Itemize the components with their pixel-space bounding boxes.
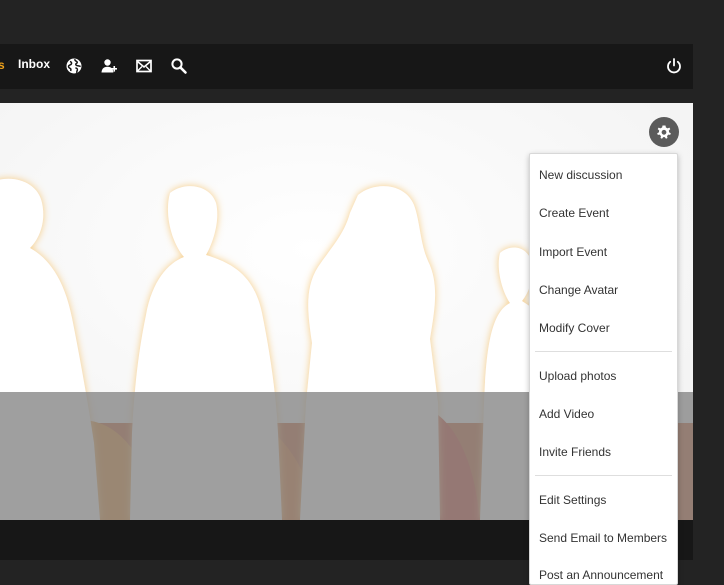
menu-item-create-event[interactable]: Create Event — [539, 206, 609, 220]
menu-item-edit-settings[interactable]: Edit Settings — [539, 493, 606, 507]
search-icon[interactable] — [170, 57, 188, 75]
menu-item-change-avatar[interactable]: Change Avatar — [539, 283, 618, 297]
settings-dropdown-menu: New discussion Create Event Import Event… — [529, 153, 678, 585]
menu-item-upload-photos[interactable]: Upload photos — [539, 369, 616, 383]
gear-icon — [657, 125, 671, 139]
menu-item-import-event[interactable]: Import Event — [539, 245, 607, 259]
menu-item-post-an-announcement[interactable]: Post an Announcement — [539, 568, 663, 582]
menu-divider — [535, 351, 672, 352]
friends-icon[interactable] — [100, 57, 118, 75]
menu-item-new-discussion[interactable]: New discussion — [539, 168, 622, 182]
cover-settings-button[interactable] — [649, 117, 679, 147]
mail-icon[interactable] — [135, 57, 153, 75]
power-icon[interactable] — [665, 57, 683, 75]
nav-link-partial[interactable]: s — [0, 58, 5, 72]
top-navbar: s Inbox — [0, 44, 693, 89]
menu-item-modify-cover[interactable]: Modify Cover — [539, 321, 610, 335]
nav-link-inbox[interactable]: Inbox — [18, 57, 50, 71]
globe-icon[interactable] — [65, 57, 83, 75]
menu-item-invite-friends[interactable]: Invite Friends — [539, 445, 611, 459]
menu-item-send-email-to-members[interactable]: Send Email to Members — [539, 531, 667, 545]
menu-divider — [535, 475, 672, 476]
menu-item-add-video[interactable]: Add Video — [539, 407, 594, 421]
